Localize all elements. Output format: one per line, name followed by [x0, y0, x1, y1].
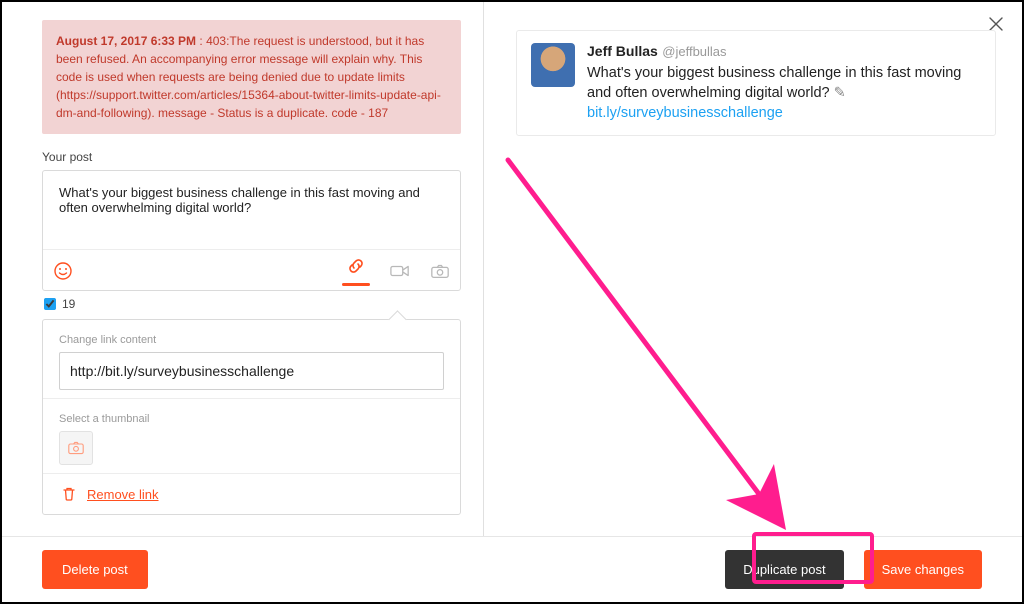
thumbnail-picker[interactable] [59, 431, 93, 465]
error-timestamp: August 17, 2017 6:33 PM [56, 34, 196, 48]
link-icon [346, 256, 366, 276]
trash-icon [59, 484, 79, 504]
footer: Delete post Duplicate post Save changes [2, 536, 1022, 602]
preview-handle: @jeffbullas [662, 44, 726, 59]
save-changes-button[interactable]: Save changes [864, 550, 982, 589]
remove-link-button[interactable]: Remove link [87, 487, 159, 502]
video-icon[interactable] [390, 261, 410, 281]
delete-post-button[interactable]: Delete post [42, 550, 148, 589]
post-text-input[interactable]: What's your biggest business challenge i… [43, 171, 460, 249]
link-panel: Change link content Select a thumbnail R… [42, 319, 461, 515]
link-url-input[interactable] [59, 352, 444, 390]
link-tab[interactable] [342, 256, 370, 286]
camera-icon[interactable] [430, 261, 450, 281]
change-link-label: Change link content [59, 334, 444, 346]
duplicate-post-button[interactable]: Duplicate post [725, 550, 843, 589]
twitter-count: 19 [62, 297, 75, 311]
avatar [531, 43, 575, 87]
twitter-account-checkbox[interactable] [44, 298, 56, 310]
select-thumbnail-label: Select a thumbnail [59, 413, 444, 425]
preview-link[interactable]: bit.ly/surveybusinesschallenge [587, 105, 783, 121]
preview-display-name: Jeff Bullas [587, 43, 658, 59]
error-banner: August 17, 2017 6:33 PM : 403:The reques… [42, 20, 461, 134]
post-composer: What's your biggest business challenge i… [42, 170, 461, 291]
emoji-icon[interactable] [53, 261, 73, 281]
your-post-label: Your post [42, 150, 461, 164]
post-preview: Jeff Bullas @jeffbullas What's your bigg… [516, 30, 996, 136]
preview-body: What's your biggest business challenge i… [587, 63, 981, 123]
